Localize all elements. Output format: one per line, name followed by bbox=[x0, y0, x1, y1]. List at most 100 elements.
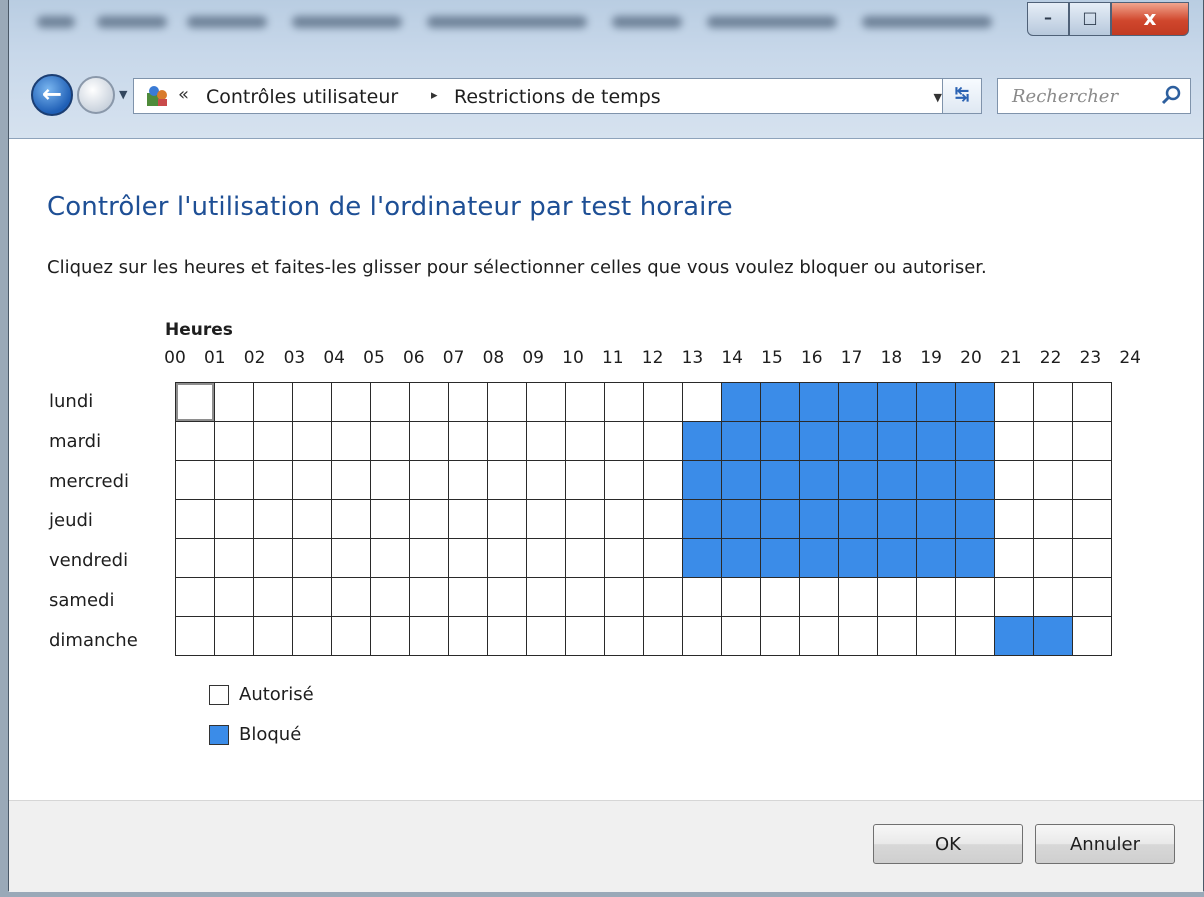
hour-cell[interactable] bbox=[253, 538, 293, 578]
forward-button[interactable] bbox=[77, 76, 115, 114]
hour-cell[interactable] bbox=[370, 616, 410, 656]
hour-cell[interactable] bbox=[1033, 421, 1073, 461]
breadcrumb-time-restrictions[interactable]: Restrictions de temps bbox=[454, 86, 661, 108]
hour-cell[interactable] bbox=[409, 538, 449, 578]
hour-cell[interactable] bbox=[370, 538, 410, 578]
history-dropdown-icon[interactable]: ▼ bbox=[119, 88, 127, 101]
hour-cell[interactable] bbox=[253, 577, 293, 617]
hour-cell[interactable] bbox=[331, 499, 371, 539]
hour-cell[interactable] bbox=[175, 538, 215, 578]
hour-cell[interactable] bbox=[448, 499, 488, 539]
hour-cell[interactable] bbox=[760, 460, 800, 500]
hour-cell[interactable] bbox=[994, 499, 1034, 539]
hour-cell[interactable] bbox=[760, 421, 800, 461]
hour-cell[interactable] bbox=[487, 382, 527, 422]
hour-cell[interactable] bbox=[526, 577, 566, 617]
hour-cell[interactable] bbox=[877, 616, 917, 656]
hour-cell[interactable] bbox=[292, 616, 332, 656]
hour-cell[interactable] bbox=[916, 421, 956, 461]
hour-cell[interactable] bbox=[448, 460, 488, 500]
hour-cell[interactable] bbox=[994, 421, 1034, 461]
hour-cell[interactable] bbox=[643, 616, 683, 656]
hour-cell[interactable] bbox=[448, 421, 488, 461]
hour-cell[interactable] bbox=[214, 538, 254, 578]
maximize-button[interactable]: □ bbox=[1069, 2, 1111, 36]
hour-cell[interactable] bbox=[526, 616, 566, 656]
hour-cell[interactable] bbox=[877, 538, 917, 578]
hour-cell[interactable] bbox=[1033, 460, 1073, 500]
hour-cell[interactable] bbox=[409, 577, 449, 617]
close-button[interactable]: x bbox=[1111, 2, 1189, 36]
address-bar[interactable]: « Contrôles utilisateur ▸ Restrictions d… bbox=[133, 78, 955, 114]
hour-cell[interactable] bbox=[448, 616, 488, 656]
hour-cell[interactable] bbox=[799, 499, 839, 539]
hour-cell[interactable] bbox=[487, 616, 527, 656]
hour-cell[interactable] bbox=[760, 382, 800, 422]
breadcrumb-overflow-icon[interactable]: « bbox=[178, 84, 189, 105]
hour-cell[interactable] bbox=[799, 538, 839, 578]
hour-cell[interactable] bbox=[994, 382, 1034, 422]
hour-cell[interactable] bbox=[877, 577, 917, 617]
breadcrumb-separator-icon[interactable]: ▸ bbox=[431, 88, 438, 103]
back-button[interactable]: ← bbox=[31, 74, 73, 116]
hour-cell[interactable] bbox=[643, 577, 683, 617]
hour-cell[interactable] bbox=[487, 499, 527, 539]
hour-cell[interactable] bbox=[604, 382, 644, 422]
hour-cell[interactable] bbox=[916, 499, 956, 539]
hour-cell[interactable] bbox=[604, 577, 644, 617]
hour-cell[interactable] bbox=[565, 499, 605, 539]
search-box[interactable]: Rechercher bbox=[997, 78, 1191, 114]
hour-cell[interactable] bbox=[916, 382, 956, 422]
minimize-button[interactable]: – bbox=[1027, 2, 1069, 36]
hour-cell[interactable] bbox=[1033, 577, 1073, 617]
hour-cell[interactable] bbox=[721, 421, 761, 461]
hour-cell[interactable] bbox=[955, 421, 995, 461]
hour-cell[interactable] bbox=[799, 382, 839, 422]
hour-cell[interactable] bbox=[760, 499, 800, 539]
hour-cell[interactable] bbox=[331, 538, 371, 578]
hour-cell[interactable] bbox=[838, 616, 878, 656]
hour-cell[interactable] bbox=[253, 616, 293, 656]
hour-cell[interactable] bbox=[721, 460, 761, 500]
hour-cell[interactable] bbox=[1033, 499, 1073, 539]
hour-cell[interactable] bbox=[799, 616, 839, 656]
hour-cell[interactable] bbox=[604, 616, 644, 656]
hour-cell[interactable] bbox=[487, 421, 527, 461]
hour-cell[interactable] bbox=[721, 577, 761, 617]
hour-cell[interactable] bbox=[370, 460, 410, 500]
refresh-button[interactable]: ↹ bbox=[942, 78, 982, 114]
hour-cell[interactable] bbox=[838, 538, 878, 578]
hour-cell[interactable] bbox=[838, 382, 878, 422]
hour-cell[interactable] bbox=[253, 499, 293, 539]
hour-cell[interactable] bbox=[214, 499, 254, 539]
hour-cell[interactable] bbox=[955, 460, 995, 500]
hour-cell[interactable] bbox=[487, 460, 527, 500]
hour-cell[interactable] bbox=[370, 421, 410, 461]
hour-cell[interactable] bbox=[565, 460, 605, 500]
hour-cell[interactable] bbox=[604, 421, 644, 461]
hour-cell[interactable] bbox=[292, 538, 332, 578]
hour-cell[interactable] bbox=[214, 421, 254, 461]
hour-cell[interactable] bbox=[682, 616, 722, 656]
hour-cell[interactable] bbox=[1072, 499, 1112, 539]
hour-cell[interactable] bbox=[331, 460, 371, 500]
hour-cell[interactable] bbox=[916, 538, 956, 578]
hour-cell[interactable] bbox=[409, 499, 449, 539]
hour-cell[interactable] bbox=[1033, 616, 1073, 656]
hour-cell[interactable] bbox=[487, 577, 527, 617]
hour-cell[interactable] bbox=[682, 577, 722, 617]
search-input[interactable]: Rechercher bbox=[1012, 86, 1118, 107]
hour-cell[interactable] bbox=[721, 538, 761, 578]
hour-cell[interactable] bbox=[409, 421, 449, 461]
hour-cell[interactable] bbox=[331, 421, 371, 461]
hour-cell[interactable] bbox=[526, 460, 566, 500]
hour-cell[interactable] bbox=[643, 499, 683, 539]
hour-cell[interactable] bbox=[604, 499, 644, 539]
search-icon[interactable] bbox=[1160, 83, 1184, 107]
hour-cell[interactable] bbox=[292, 382, 332, 422]
hour-cell[interactable] bbox=[955, 499, 995, 539]
hour-cell[interactable] bbox=[175, 499, 215, 539]
hour-cell[interactable] bbox=[487, 538, 527, 578]
hour-cell[interactable] bbox=[760, 577, 800, 617]
hour-cell[interactable] bbox=[604, 460, 644, 500]
